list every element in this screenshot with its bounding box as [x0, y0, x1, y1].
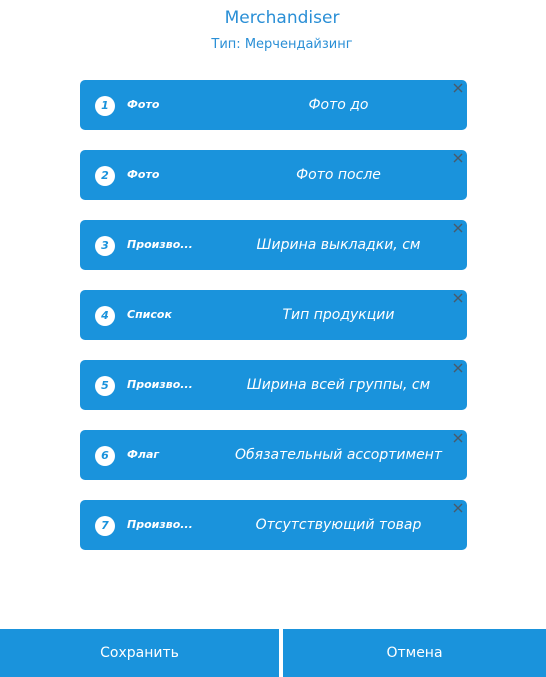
step-type: Произво... — [127, 238, 193, 251]
step-type: Произво... — [127, 378, 193, 391]
step-number: 6 — [95, 446, 115, 466]
step-type: Флаг — [127, 448, 160, 461]
close-icon[interactable] — [453, 83, 463, 93]
step-number: 1 — [95, 96, 115, 116]
cancel-button[interactable]: Отмена — [283, 629, 546, 677]
step-item-4[interactable]: 4 Список Тип продукции — [80, 290, 467, 340]
close-icon[interactable] — [453, 433, 463, 443]
page-subtitle: Тип: Мерчендайзинг — [211, 37, 353, 52]
step-number: 2 — [95, 166, 115, 186]
step-number: 3 — [95, 236, 115, 256]
close-icon[interactable] — [453, 363, 463, 373]
step-type: Фото — [127, 98, 160, 111]
step-number: 7 — [95, 516, 115, 536]
step-item-5[interactable]: 5 Произво... Ширина всей группы, см — [80, 360, 467, 410]
step-item-7[interactable]: 7 Произво... Отсутствующий товар — [80, 500, 467, 550]
step-name: Отсутствующий товар — [255, 517, 422, 533]
step-item-6[interactable]: 6 Флаг Обязательный ассортимент — [80, 430, 467, 480]
steps-list: 1 Фото Фото до 2 Фото Фото после 3 Произ… — [80, 80, 467, 570]
step-item-1[interactable]: 1 Фото Фото до — [80, 80, 467, 130]
step-number: 5 — [95, 376, 115, 396]
close-icon[interactable] — [453, 503, 463, 513]
step-item-2[interactable]: 2 Фото Фото после — [80, 150, 467, 200]
step-name: Фото после — [296, 167, 381, 183]
step-number: 4 — [95, 306, 115, 326]
step-name: Ширина всей группы, см — [246, 377, 431, 393]
step-type: Список — [127, 308, 172, 321]
close-icon[interactable] — [453, 153, 463, 163]
step-item-3[interactable]: 3 Произво... Ширина выкладки, см — [80, 220, 467, 270]
page-title: Merchandiser — [224, 8, 340, 28]
step-name: Обязательный ассортимент — [235, 447, 442, 463]
step-name: Фото до — [308, 97, 369, 113]
step-type: Произво... — [127, 518, 193, 531]
close-icon[interactable] — [453, 293, 463, 303]
step-name: Ширина выкладки, см — [256, 237, 421, 253]
step-name: Тип продукции — [282, 307, 395, 323]
close-icon[interactable] — [453, 223, 463, 233]
footer-bar: Сохранить Отмена — [0, 629, 546, 677]
step-type: Фото — [127, 168, 160, 181]
save-button[interactable]: Сохранить — [0, 629, 279, 677]
